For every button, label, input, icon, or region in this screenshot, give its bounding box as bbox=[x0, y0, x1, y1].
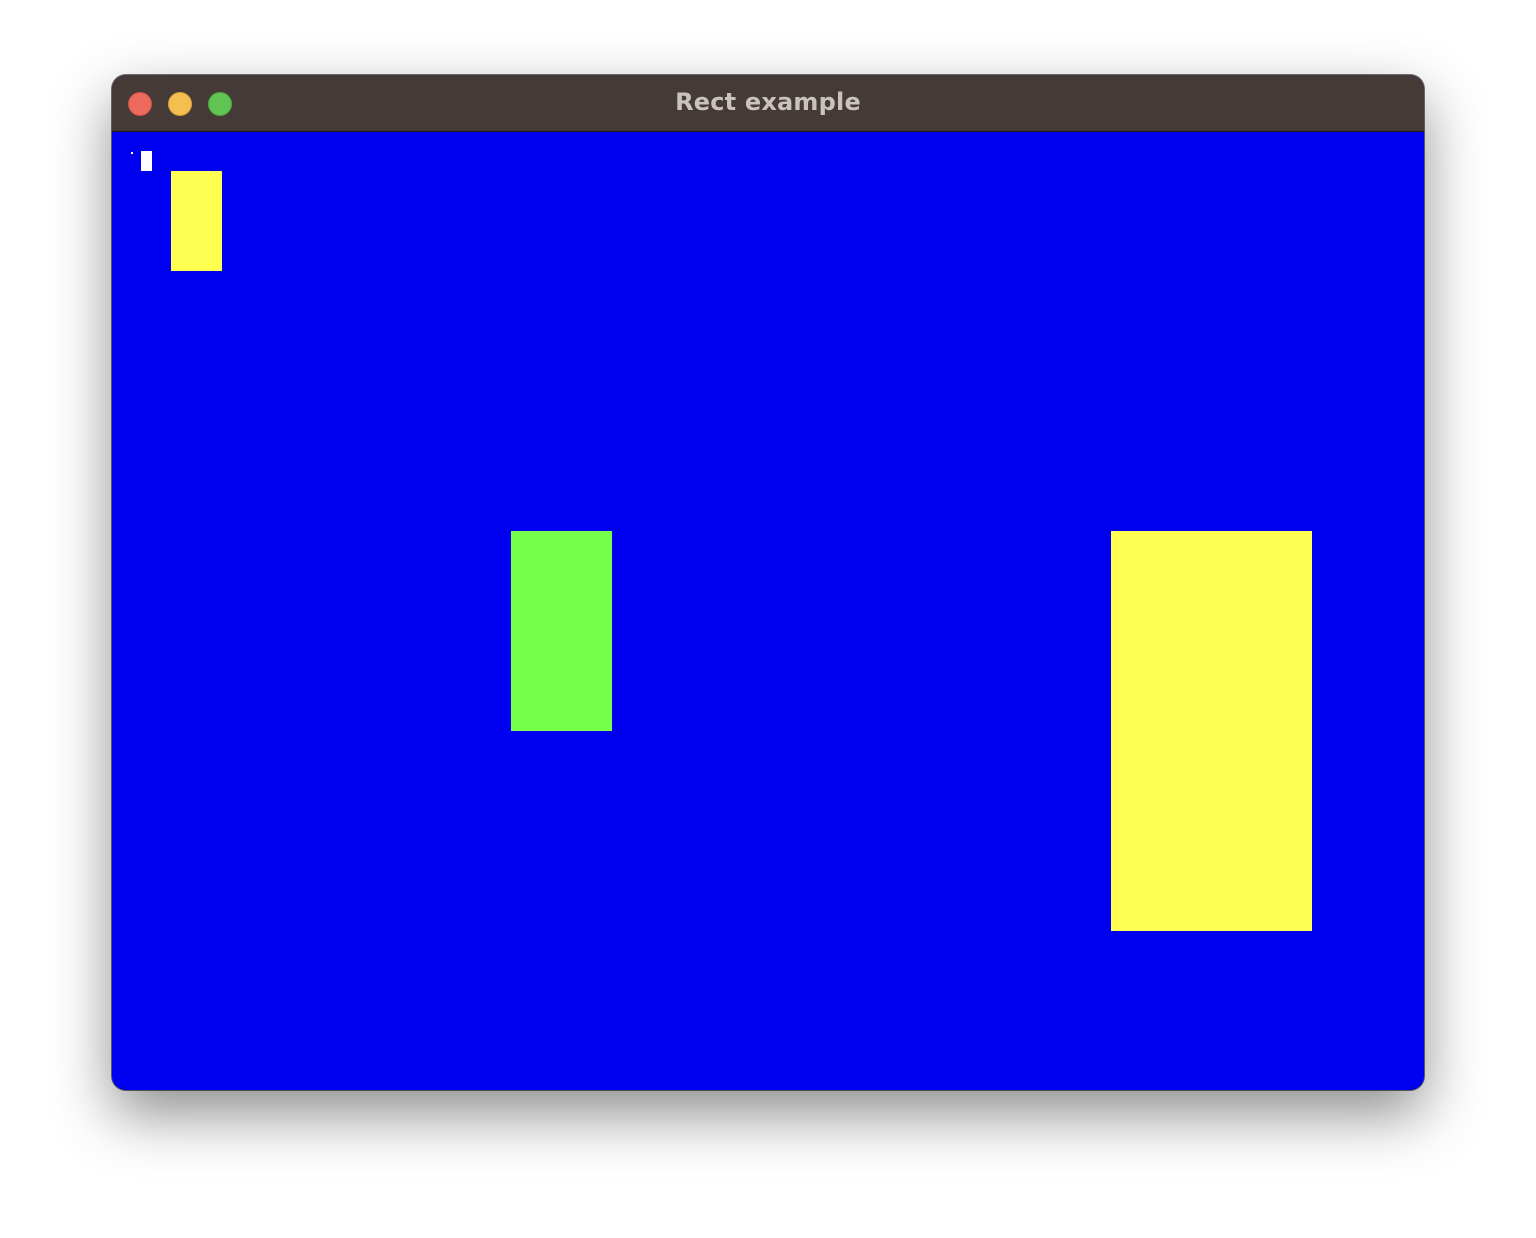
title-bar[interactable]: Rect example bbox=[112, 75, 1424, 132]
green-rect bbox=[511, 531, 612, 731]
small-white-rect bbox=[141, 151, 152, 171]
drawing-canvas[interactable] bbox=[112, 132, 1424, 1090]
large-yellow-rect bbox=[1111, 531, 1312, 931]
window-title: Rect example bbox=[675, 88, 861, 116]
small-yellow-rect bbox=[171, 171, 222, 271]
tiny-white-dot bbox=[131, 152, 133, 154]
app-window: Rect example bbox=[112, 75, 1424, 1090]
